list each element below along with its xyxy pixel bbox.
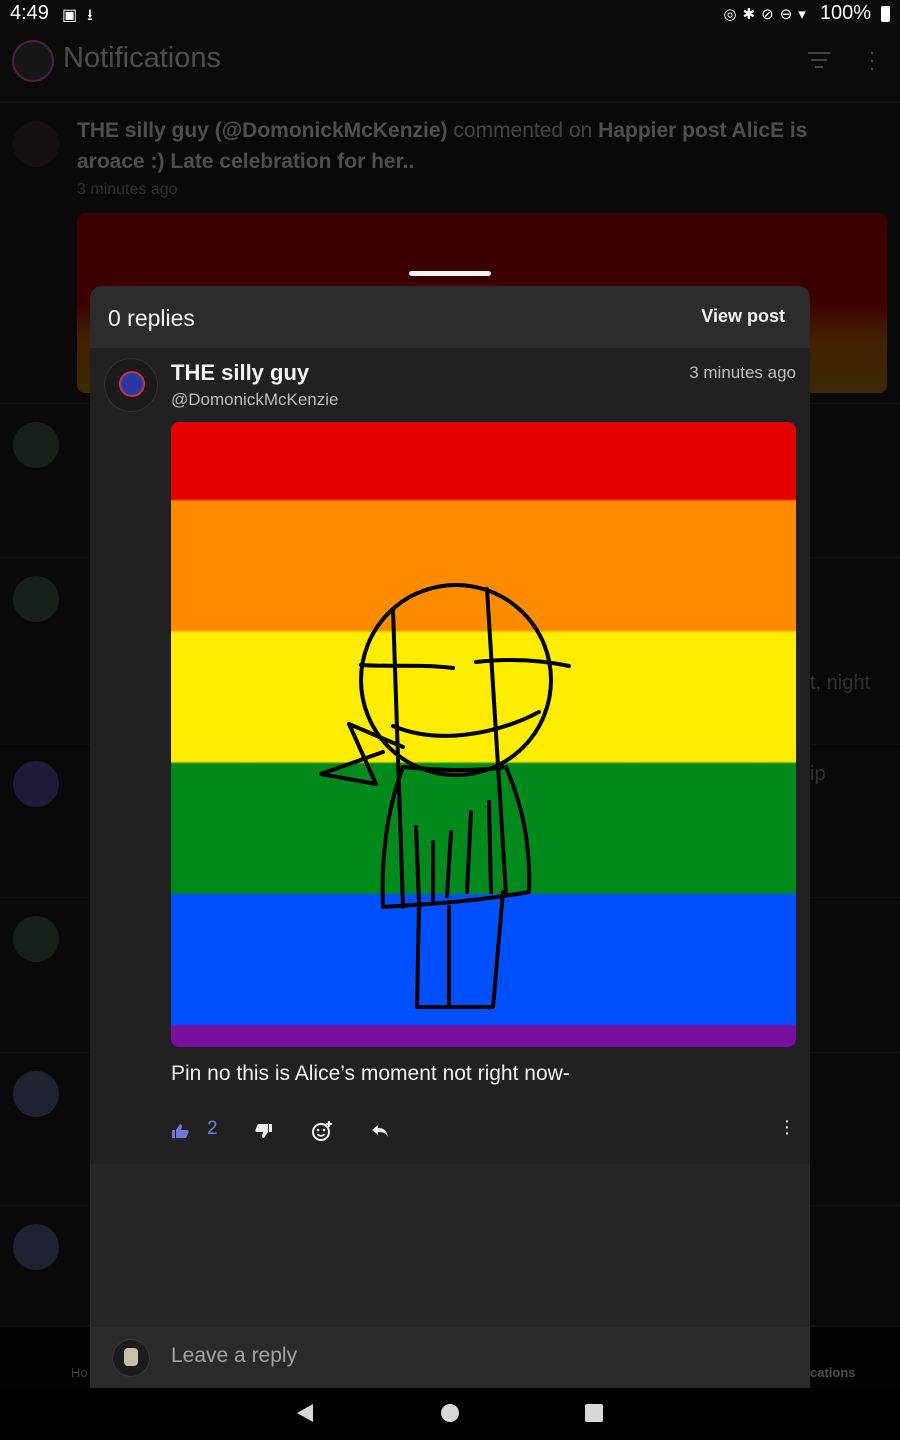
reply-icon[interactable] (371, 1118, 389, 1144)
comment-handle: @DomonickMcKenzie (171, 390, 339, 409)
back-icon[interactable] (297, 1404, 313, 1422)
replies-count: 0 replies (108, 305, 195, 331)
battery-icon (881, 5, 890, 22)
system-navigation-bar (0, 1388, 900, 1440)
status-right: ◎✱⊘⊖▾ 100% (724, 2, 890, 25)
like-count: 2 (207, 1118, 218, 1139)
system-status-icons: ◎✱⊘⊖▾ (723, 5, 812, 23)
add-reaction-icon[interactable] (311, 1118, 333, 1144)
comment-author[interactable]: THE silly guy (171, 360, 309, 386)
comment: THE silly guy @DomonickMcKenzie 3 minute… (90, 348, 810, 1164)
drag-handle[interactable] (409, 271, 491, 276)
status-time: 4:49 (10, 2, 49, 24)
sheet-header: 0 replies View post (90, 286, 810, 349)
thumbs-down-icon[interactable] (255, 1118, 273, 1144)
battery-percent: 100% (819, 2, 871, 24)
comment-actions: 2 · · · (171, 1111, 801, 1148)
status-bar: 4:49 ▣⭳ ◎✱⊘⊖▾ 100% (0, 0, 900, 30)
stick-figure-drawing (319, 583, 571, 1009)
recents-icon[interactable] (585, 1404, 603, 1422)
comment-body: Pin no this is Alice’s moment not right … (171, 1062, 570, 1085)
comment-image[interactable] (171, 422, 796, 1047)
view-post-button[interactable]: View post (701, 306, 785, 327)
reply-input[interactable]: Leave a reply (171, 1344, 297, 1368)
reply-bar[interactable]: Leave a reply (90, 1327, 810, 1388)
replies-sheet: 0 replies View post THE silly guy @Domon… (90, 286, 810, 1388)
avatar[interactable] (104, 358, 158, 412)
thumbs-up-icon[interactable] (171, 1118, 189, 1144)
home-icon[interactable] (441, 1404, 459, 1422)
more-vertical-icon[interactable]: · · · (783, 1111, 791, 1143)
comment-time: 3 minutes ago (689, 363, 796, 382)
avatar (112, 1339, 150, 1377)
status-notification-icons: ▣⭳ (62, 7, 103, 24)
